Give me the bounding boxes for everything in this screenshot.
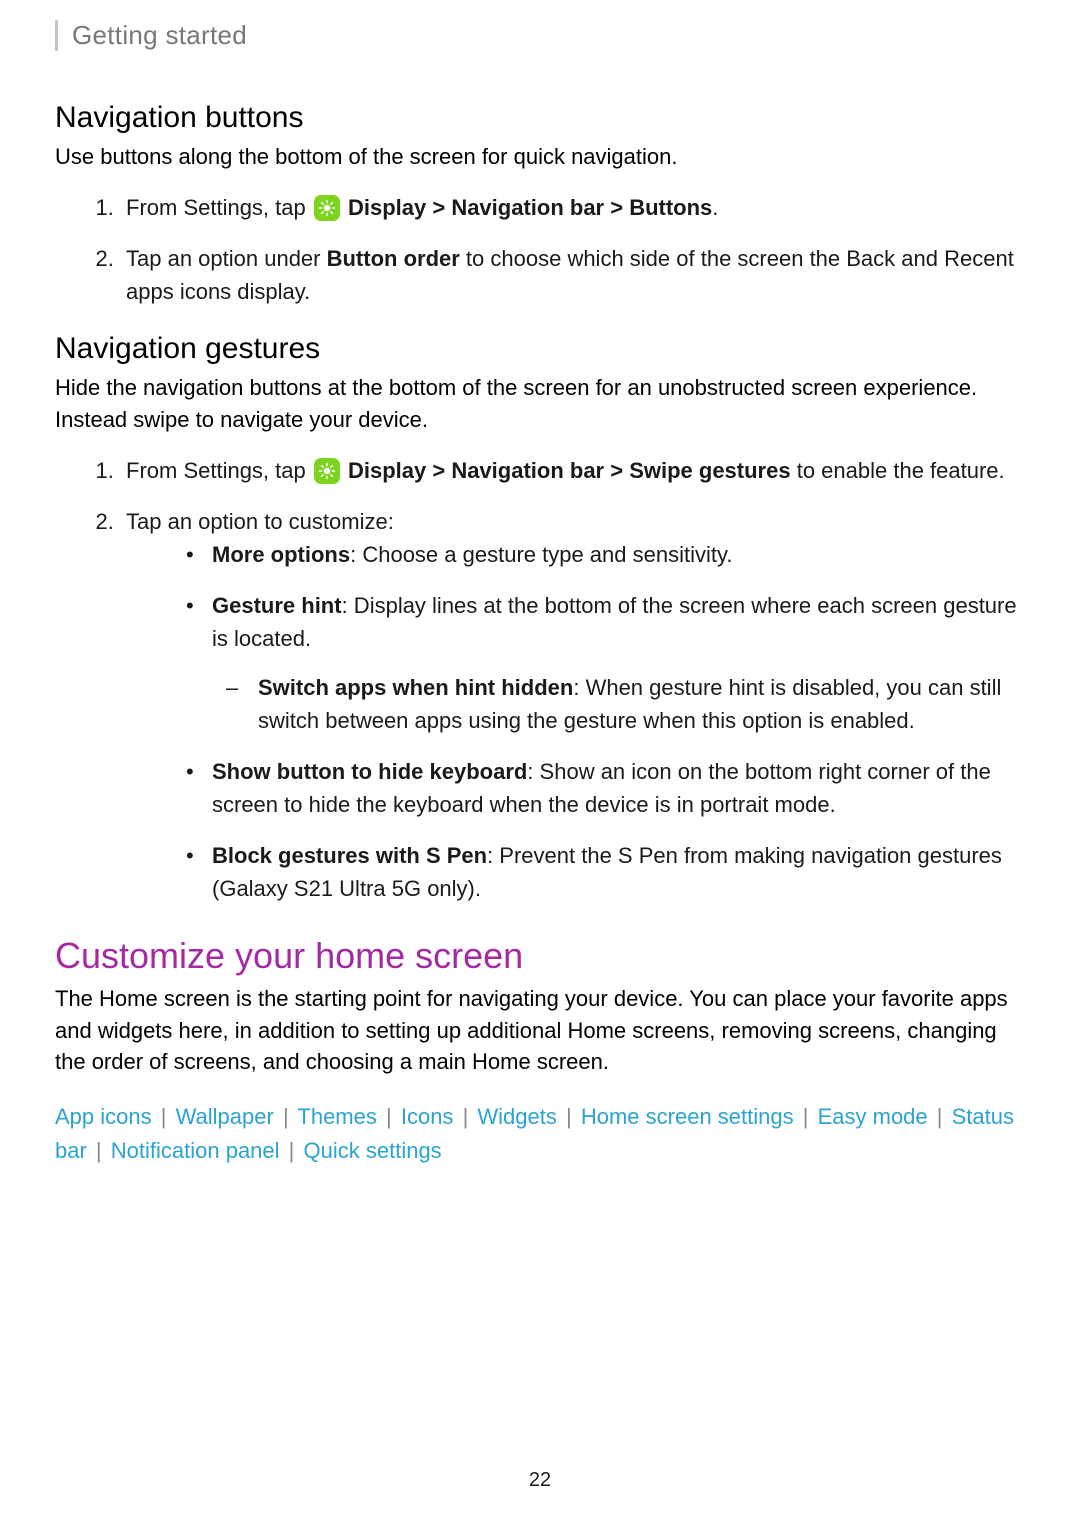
link-separator: | (566, 1104, 572, 1129)
link-easy-mode[interactable]: Easy mode (818, 1104, 928, 1129)
sub-list: Switch apps when hint hidden: When gestu… (212, 671, 1025, 737)
option-label: More options (212, 542, 350, 567)
step-bold: Display > Navigation bar > Swipe gesture… (348, 458, 791, 483)
link-separator: | (96, 1138, 102, 1163)
section-intro-navigation-buttons: Use buttons along the bottom of the scre… (55, 141, 1025, 173)
option-label: Show button to hide keyboard (212, 759, 527, 784)
link-icons[interactable]: Icons (401, 1104, 454, 1129)
link-separator: | (289, 1138, 295, 1163)
section-title-navigation-buttons: Navigation buttons (55, 101, 1025, 135)
link-separator: | (937, 1104, 943, 1129)
link-wallpaper[interactable]: Wallpaper (176, 1104, 274, 1129)
step-item: From Settings, tap Displ (120, 454, 1025, 487)
step-bold: Display > Navigation bar > Buttons (348, 195, 712, 220)
link-separator: | (386, 1104, 392, 1129)
step-bold: Button order (327, 246, 460, 271)
display-icon (314, 195, 340, 221)
step-text: From Settings, tap (126, 458, 312, 483)
link-quick-settings[interactable]: Quick settings (304, 1138, 442, 1163)
link-separator: | (161, 1104, 167, 1129)
section-title-customize-home: Customize your home screen (55, 935, 1025, 977)
link-separator: | (803, 1104, 809, 1129)
link-widgets[interactable]: Widgets (477, 1104, 556, 1129)
link-app-icons[interactable]: App icons (55, 1104, 152, 1129)
list-item: Switch apps when hint hidden: When gestu… (252, 671, 1025, 737)
link-notification-panel[interactable]: Notification panel (111, 1138, 280, 1163)
steps-navigation-buttons: From Settings, tap Displ (55, 191, 1025, 308)
step-item: From Settings, tap Displ (120, 191, 1025, 224)
option-text: : Choose a gesture type and sensitivity. (350, 542, 732, 567)
page-number: 22 (55, 1469, 1025, 1492)
breadcrumb-header: Getting started (55, 20, 1025, 51)
step-text: Tap an option under (126, 246, 327, 271)
step-item: Tap an option under Button order to choo… (120, 242, 1025, 308)
option-label: Block gestures with S Pen (212, 843, 487, 868)
step-text: From Settings, tap (126, 195, 312, 220)
section-intro-customize-home: The Home screen is the starting point fo… (55, 983, 1025, 1079)
link-home-screen-settings[interactable]: Home screen settings (581, 1104, 794, 1129)
link-separator: | (283, 1104, 289, 1129)
step-suffix: . (712, 195, 718, 220)
link-themes[interactable]: Themes (297, 1104, 376, 1129)
section-title-navigation-gestures: Navigation gestures (55, 332, 1025, 366)
option-label: Gesture hint (212, 593, 342, 618)
steps-navigation-gestures: From Settings, tap Displ (55, 454, 1025, 905)
step-item: Tap an option to customize: More options… (120, 505, 1025, 905)
link-row: App icons | Wallpaper | Themes | Icons |… (55, 1100, 1025, 1168)
display-icon (314, 458, 340, 484)
option-label: Switch apps when hint hidden (258, 675, 573, 700)
options-list: More options: Choose a gesture type and … (126, 538, 1025, 905)
section-intro-navigation-gestures: Hide the navigation buttons at the botto… (55, 372, 1025, 436)
list-item: Gesture hint: Display lines at the botto… (206, 589, 1025, 737)
list-item: Show button to hide keyboard: Show an ic… (206, 755, 1025, 821)
list-item: Block gestures with S Pen: Prevent the S… (206, 839, 1025, 905)
list-item: More options: Choose a gesture type and … (206, 538, 1025, 571)
link-separator: | (463, 1104, 469, 1129)
step-text: Tap an option to customize: (126, 509, 394, 534)
step-suffix: to enable the feature. (791, 458, 1005, 483)
